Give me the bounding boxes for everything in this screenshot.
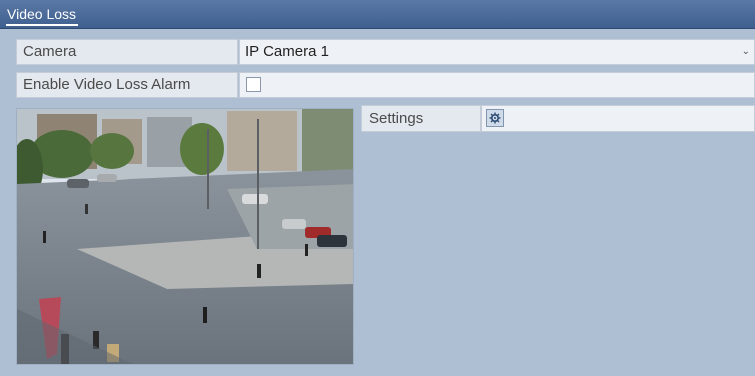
camera-select-value: IP Camera 1 [245, 43, 329, 60]
chevron-down-icon: ⌄ [741, 46, 750, 57]
settings-field [481, 105, 755, 132]
settings-gear-button[interactable] [486, 109, 504, 127]
title-bar: Video Loss [0, 0, 755, 29]
settings-label: Settings [361, 105, 481, 132]
enable-alarm-label: Enable Video Loss Alarm [16, 72, 238, 98]
camera-preview-image [17, 109, 353, 364]
camera-select[interactable]: IP Camera 1 ⌄ [239, 39, 755, 65]
camera-preview [16, 108, 354, 365]
page-title-tab[interactable]: Video Loss [6, 4, 79, 26]
gear-icon [489, 112, 501, 124]
camera-label: Camera [16, 39, 238, 65]
enable-alarm-field [239, 72, 755, 98]
enable-alarm-checkbox[interactable] [246, 77, 261, 92]
